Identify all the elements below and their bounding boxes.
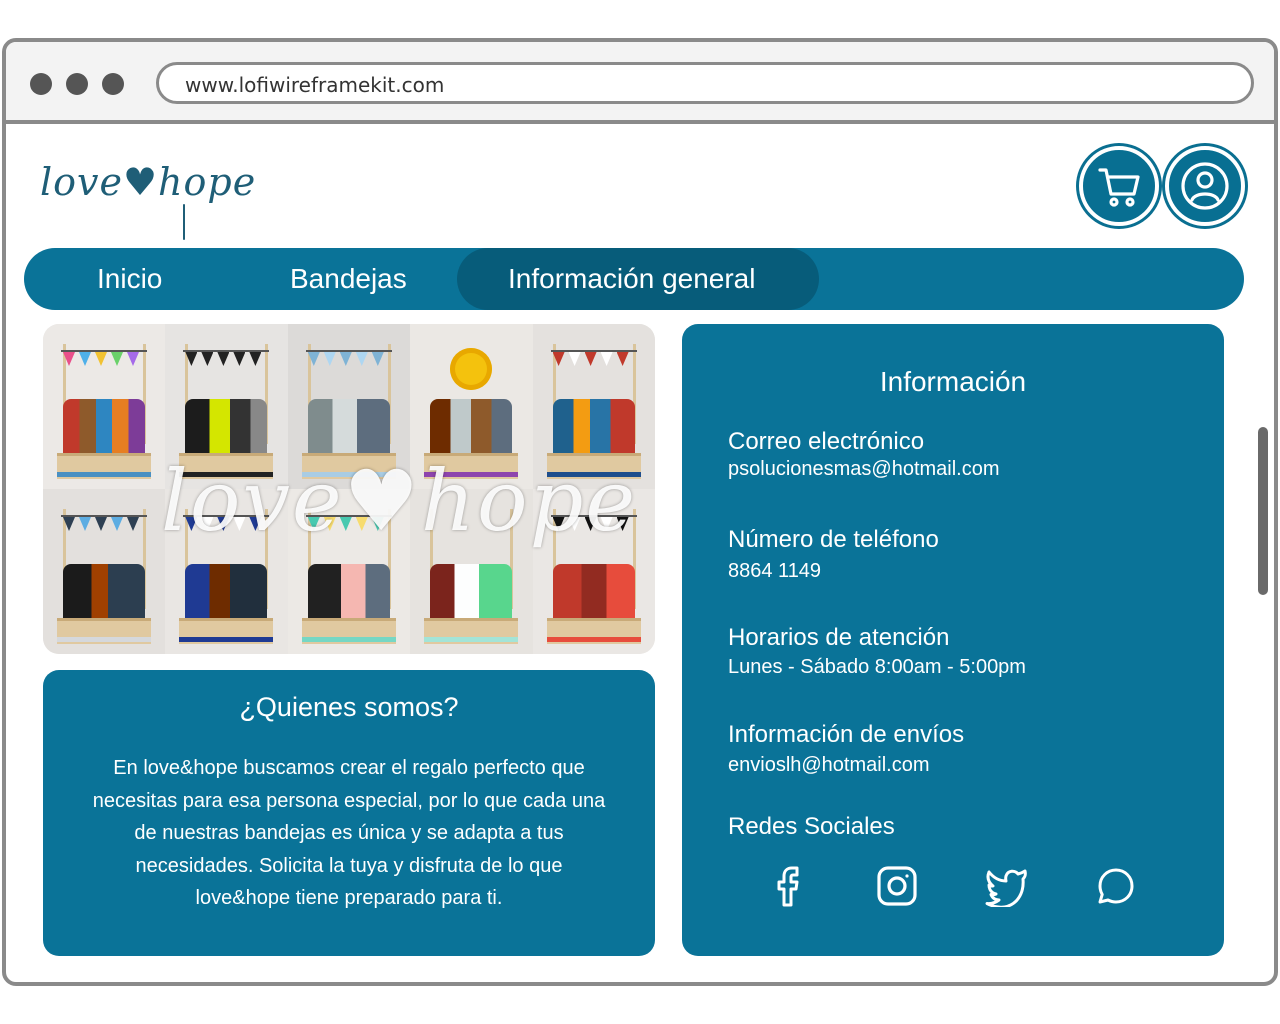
logo-flourish: [183, 204, 185, 240]
about-line: necesidades. Solicita la tuya y disfruta…: [135, 854, 563, 877]
info-card: Información Correo electrónico psolucion…: [682, 324, 1224, 956]
about-card: ¿Quienes somos? En love&hope buscamos cr…: [43, 670, 655, 956]
nav-item-inicio[interactable]: Inicio: [97, 263, 162, 295]
collage-tile: [43, 324, 166, 489]
about-line: de nuestras bandejas es única y se adapt…: [134, 822, 564, 844]
nav-item-bandejas[interactable]: Bandejas: [290, 263, 407, 295]
browser-window: www.lofiwireframekit.com love♥hope Inici…: [2, 38, 1278, 986]
about-description: En love&hope buscamos crear el regalo pe…: [67, 752, 631, 915]
phone-value[interactable]: 8864 1149: [728, 560, 821, 583]
about-title: ¿Quienes somos?: [239, 692, 459, 722]
cart-button[interactable]: [1079, 146, 1159, 226]
collage-logo-overlay: love♥hope: [161, 452, 638, 550]
logo-text: love♥hope: [40, 160, 257, 204]
collage-tile: [43, 489, 166, 654]
facebook-icon: [777, 866, 799, 907]
instagram-icon: [877, 866, 917, 906]
about-line: love&hope tiene preparado para ti.: [195, 887, 503, 909]
scrollbar-thumb[interactable]: [1258, 427, 1268, 595]
main-nav: Inicio Bandejas Información general: [24, 248, 1244, 310]
window-minimize-dot[interactable]: [66, 73, 88, 95]
info-title: Información: [879, 366, 1027, 397]
whatsapp-link[interactable]: [1092, 862, 1140, 910]
email-label: Correo electrónico: [728, 428, 925, 455]
whatsapp-icon: [1098, 868, 1134, 904]
phone-label: Número de teléfono: [728, 526, 939, 553]
instagram-link[interactable]: [873, 862, 921, 910]
url-text: www.lofiwireframekit.com: [185, 73, 445, 97]
twitter-link[interactable]: [982, 862, 1030, 910]
window-close-dot[interactable]: [30, 73, 52, 95]
about-line: En love&hope buscamos crear el regalo pe…: [113, 757, 585, 779]
gift-trays-collage: love♥hope: [43, 324, 655, 654]
user-account-button[interactable]: [1165, 146, 1245, 226]
shipping-value[interactable]: envioslh@hotmail.com: [728, 754, 930, 777]
about-line: necesitas para esa persona especial, por…: [92, 789, 606, 812]
browser-toolbar: www.lofiwireframekit.com: [6, 42, 1274, 124]
user-icon: [1181, 162, 1229, 210]
address-bar[interactable]: www.lofiwireframekit.com: [156, 62, 1254, 104]
cart-icon: [1098, 168, 1140, 207]
window-maximize-dot[interactable]: [102, 73, 124, 95]
site-logo[interactable]: love♥hope: [36, 142, 255, 242]
hours-label: Horarios de atención: [728, 624, 950, 651]
email-value[interactable]: psolucionesmas@hotmail.com: [728, 458, 1000, 481]
social-label: Redes Sociales: [728, 813, 895, 840]
nav-item-informacion-general[interactable]: Información general: [508, 263, 755, 295]
twitter-icon: [985, 869, 1027, 907]
shipping-label: Información de envíos: [728, 721, 965, 748]
hours-value: Lunes - Sábado 8:00am - 5:00pm: [728, 656, 1026, 678]
facebook-link[interactable]: [764, 862, 812, 910]
